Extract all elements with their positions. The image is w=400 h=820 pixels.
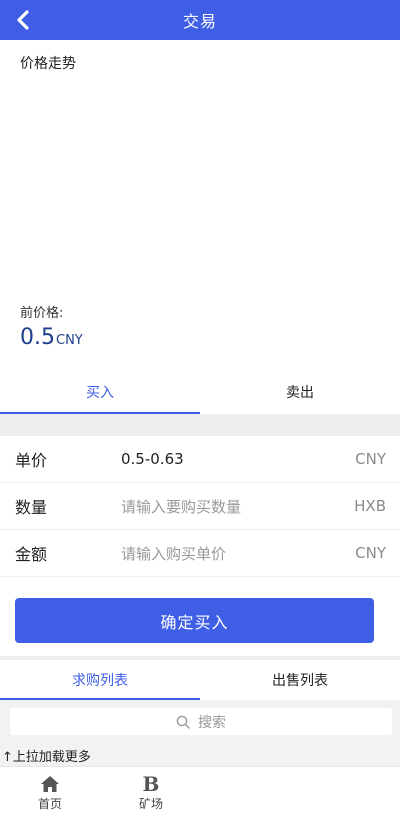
load-more-hint: ↑上拉加载更多 — [0, 744, 400, 766]
top-bar: 交易 — [0, 0, 400, 40]
quantity-row: 数量 请输入要购买数量 HXB — [0, 483, 400, 530]
current-price-currency: CNY — [56, 333, 83, 348]
nav-mining[interactable]: B 矿场 — [121, 772, 181, 812]
amount-row: 金额 请输入购买单价 CNY — [0, 530, 400, 577]
search-icon — [176, 715, 190, 729]
amount-input[interactable]: 请输入购买单价 — [121, 543, 226, 564]
search-bar: 搜索 — [0, 700, 400, 744]
unit-price-unit: CNY — [355, 450, 386, 468]
back-button[interactable] — [12, 7, 34, 33]
bottom-nav: 首页 B 矿场 — [0, 766, 400, 820]
tab-buy-orders[interactable]: 求购列表 — [0, 660, 200, 700]
search-input[interactable]: 搜索 — [10, 708, 392, 735]
b-letter-icon: B — [142, 772, 160, 796]
current-price: 0.5 CNY — [20, 325, 83, 350]
quantity-label: 数量 — [15, 498, 48, 517]
divider — [0, 414, 400, 436]
quantity-unit: HXB — [354, 497, 386, 515]
nav-home[interactable]: 首页 — [20, 773, 80, 812]
amount-unit: CNY — [355, 544, 386, 562]
price-trend-label: 价格走势 — [20, 56, 76, 72]
home-icon — [40, 773, 60, 795]
quantity-input[interactable]: 请输入要购买数量 — [121, 496, 241, 517]
order-list-tabs: 求购列表 出售列表 — [0, 660, 400, 700]
tab-sell[interactable]: 卖出 — [200, 370, 400, 414]
buy-form: 单价 0.5-0.63 CNY 数量 请输入要购买数量 HXB 金额 请输入购买… — [0, 436, 400, 577]
amount-label: 金额 — [15, 545, 48, 564]
nav-home-label: 首页 — [37, 797, 62, 811]
tab-sell-orders[interactable]: 出售列表 — [200, 660, 400, 700]
nav-mining-label: 矿场 — [138, 797, 163, 811]
confirm-buy-button[interactable]: 确定买入 — [15, 598, 374, 643]
unit-price-row: 单价 0.5-0.63 CNY — [0, 436, 400, 483]
current-price-label: 前价格: — [20, 306, 64, 321]
price-section: 价格走势 前价格: 0.5 CNY — [0, 40, 400, 370]
search-placeholder: 搜索 — [198, 714, 226, 731]
current-price-value: 0.5 — [20, 325, 55, 350]
chevron-left-icon — [17, 10, 29, 30]
unit-price-value: 0.5-0.63 — [121, 450, 184, 468]
tab-buy[interactable]: 买入 — [0, 370, 200, 414]
page-title: 交易 — [182, 12, 217, 31]
unit-price-label: 单价 — [15, 451, 48, 470]
trade-tabs: 买入 卖出 — [0, 370, 400, 414]
